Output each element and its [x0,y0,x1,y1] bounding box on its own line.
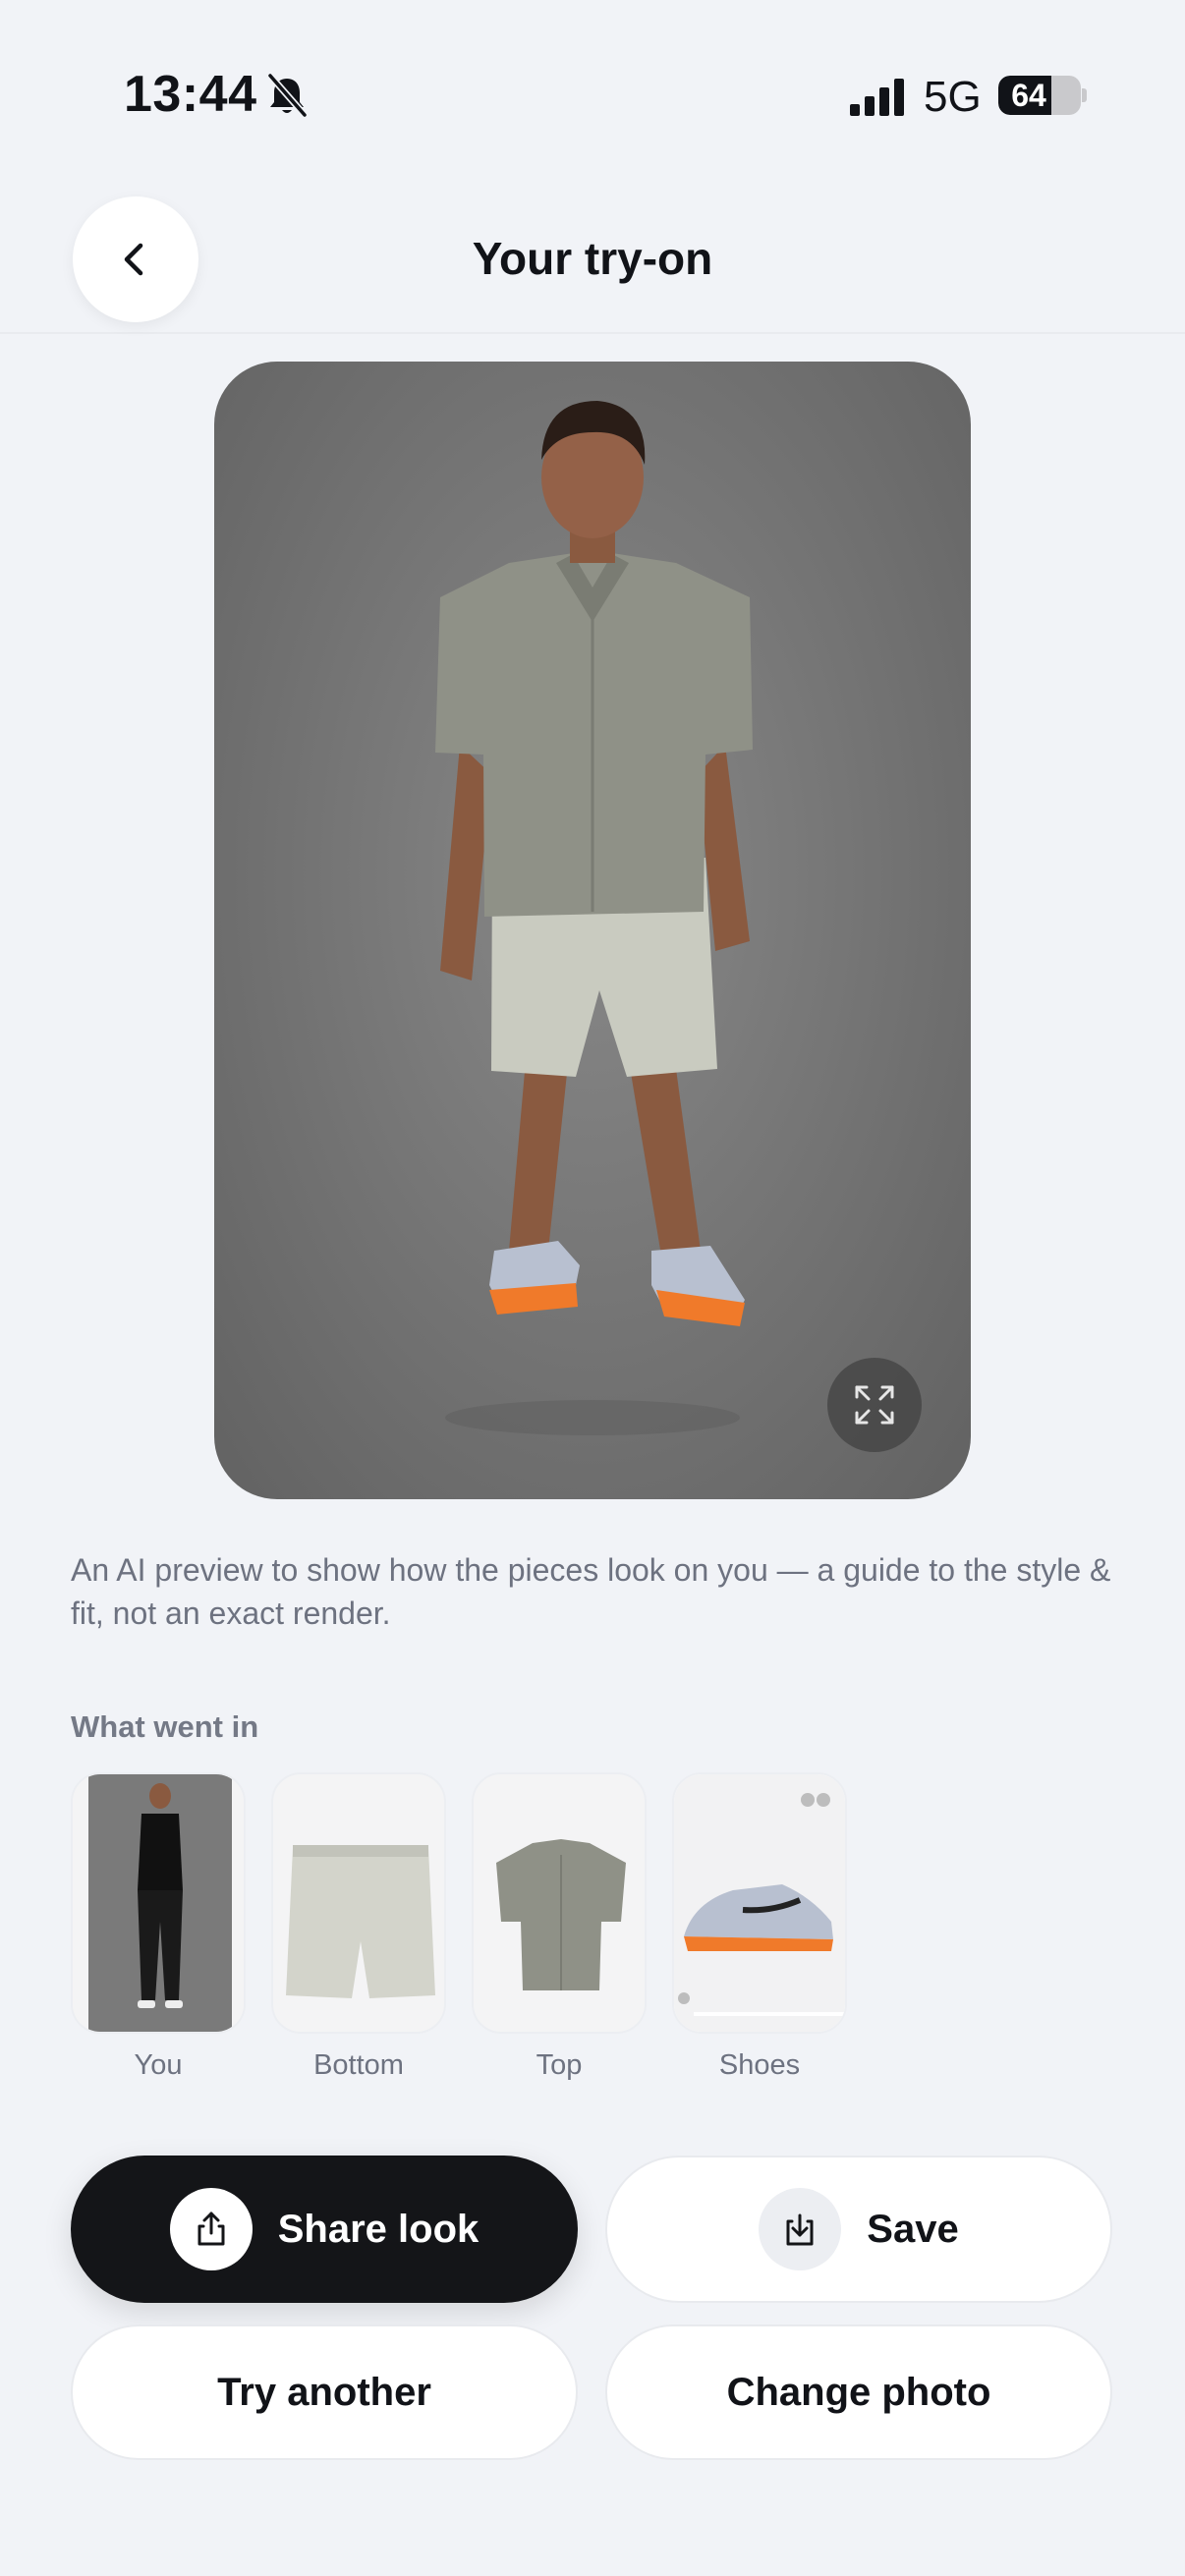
battery-icon: 64 [998,76,1081,115]
input-thumb-shoes[interactable] [672,1772,847,2034]
input-label-top: Top [536,2049,583,2081]
save-label: Save [867,2207,959,2251]
share-icon [198,2212,225,2246]
inputs-section-title: What went in [71,1709,259,1744]
ai-disclaimer-text: An AI preview to show how the pieces loo… [71,1552,1111,1631]
input-thumb-you[interactable] [71,1772,246,2034]
bell-slash-icon [267,73,308,118]
shirt-image [496,1839,626,1990]
model-illustration [435,401,753,1435]
download-icon [786,2213,814,2246]
shorts-image [286,1845,435,1998]
network-type: 5G [924,73,982,121]
input-label-shoes: Shoes [718,2049,801,2081]
save-icon-circle [759,2188,842,2270]
share-icon-circle [169,2188,253,2270]
try-on-preview-image[interactable] [214,362,971,1499]
change-photo-button[interactable]: Change photo [605,2324,1112,2460]
change-photo-label: Change photo [726,2370,991,2414]
status-bar: 13:44 5G 64 [0,0,1185,187]
save-button[interactable]: Save [605,2156,1112,2303]
input-thumb-bottom[interactable] [271,1772,446,2034]
sneaker-image [674,1774,845,2032]
input-label-bottom: Bottom [313,2049,404,2081]
person-photo [73,1774,244,2032]
try-another-label: Try another [217,2370,431,2414]
share-look-label: Share look [277,2207,480,2251]
input-label-you: You [134,2049,183,2081]
expand-button[interactable] [827,1358,922,1452]
share-look-button[interactable]: Share look [71,2156,578,2303]
header-divider [0,332,1185,334]
battery-percent: 64 [1011,78,1046,113]
battery-cap [1082,88,1087,102]
expand-icon [855,1385,894,1425]
cellular-signal-icon [850,79,904,116]
try-another-button[interactable]: Try another [71,2324,578,2460]
input-thumb-top[interactable] [472,1772,647,2034]
status-time: 13:44 [124,66,257,123]
page-title: Your try-on [472,233,713,284]
